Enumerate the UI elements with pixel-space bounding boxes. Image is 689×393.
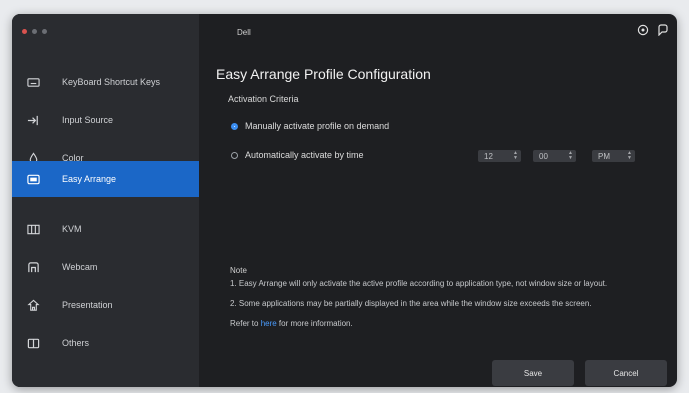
note-more-prefix: Refer to (230, 319, 261, 328)
main-panel: Dell Easy Arrange Profile Configuration … (199, 14, 677, 387)
sidebar-item-presentation[interactable]: Presentation (12, 287, 199, 323)
period-value: PM (598, 151, 610, 161)
webcam-icon (26, 260, 40, 274)
note-more-info: Refer to here for more information. (230, 319, 353, 328)
minute-stepper[interactable]: 00 ▲ ▼ (533, 150, 576, 162)
hour-stepper[interactable]: 12 ▲ ▼ (478, 150, 521, 162)
help-button[interactable] (636, 23, 650, 41)
kvm-icon (26, 222, 40, 236)
sidebar-item-label: KeyBoard Shortcut Keys (62, 77, 161, 87)
note-more-suffix: for more information. (276, 319, 353, 328)
others-icon (26, 336, 40, 350)
auto-activation-label: Automatically activate by time (245, 150, 364, 160)
period-select[interactable]: PM ▲ ▼ (592, 150, 635, 162)
save-button[interactable]: Save (492, 360, 574, 386)
feedback-button[interactable] (656, 23, 670, 41)
hour-stepper-arrows-icon[interactable]: ▲ ▼ (513, 151, 518, 161)
sidebar-item-label: Presentation (62, 300, 113, 310)
sidebar: KeyBoard Shortcut Keys Input Source Colo… (12, 14, 199, 387)
help-icon (637, 23, 649, 41)
sidebar-item-input-source[interactable]: Input Source (12, 102, 199, 138)
keyboard-icon (26, 75, 40, 89)
hour-value: 12 (484, 151, 493, 161)
sidebar-item-label: KVM (62, 224, 82, 234)
sidebar-item-easy-arrange[interactable]: Easy Arrange (12, 161, 199, 197)
easy-arrange-icon (26, 172, 40, 186)
window-controls (22, 29, 47, 34)
maximize-window-button[interactable] (42, 29, 47, 34)
sidebar-item-label: Webcam (62, 262, 98, 272)
minute-value: 00 (539, 151, 548, 161)
note-title: Note (230, 266, 247, 275)
app-title: Dell (237, 28, 251, 37)
close-window-button[interactable] (22, 29, 27, 34)
sidebar-item-others[interactable]: Others (12, 325, 199, 361)
cancel-button[interactable]: Cancel (585, 360, 667, 386)
sidebar-item-label: Others (62, 338, 90, 348)
sidebar-item-label: Easy Arrange (62, 174, 117, 184)
manual-activation-radio[interactable] (231, 122, 238, 130)
minimize-window-button[interactable] (32, 29, 37, 34)
sidebar-item-webcam[interactable]: Webcam (12, 249, 199, 285)
presentation-icon (26, 298, 40, 312)
auto-activation-radio[interactable] (231, 151, 238, 159)
period-select-arrows-icon[interactable]: ▲ ▼ (627, 151, 632, 161)
sidebar-item-keyboard-shortcut-keys[interactable]: KeyBoard Shortcut Keys (12, 64, 199, 100)
note-line-2: 2. Some applications may be partially di… (230, 299, 592, 308)
manual-activation-label: Manually activate profile on demand (245, 121, 390, 131)
input-source-icon (26, 113, 40, 127)
manual-activation-option[interactable]: Manually activate profile on demand (231, 121, 389, 131)
app-window: KeyBoard Shortcut Keys Input Source Colo… (12, 14, 677, 387)
feedback-icon (657, 23, 669, 41)
activation-criteria-label: Activation Criteria (228, 94, 299, 104)
sidebar-item-kvm[interactable]: KVM (12, 211, 199, 247)
sidebar-item-label: Input Source (62, 115, 114, 125)
more-info-link[interactable]: here (261, 319, 277, 328)
minute-stepper-arrows-icon[interactable]: ▲ ▼ (568, 151, 573, 161)
page-title: Easy Arrange Profile Configuration (216, 66, 431, 82)
note-line-1: 1. Easy Arrange will only activate the a… (230, 279, 608, 288)
auto-activation-option[interactable]: Automatically activate by time (231, 150, 364, 160)
